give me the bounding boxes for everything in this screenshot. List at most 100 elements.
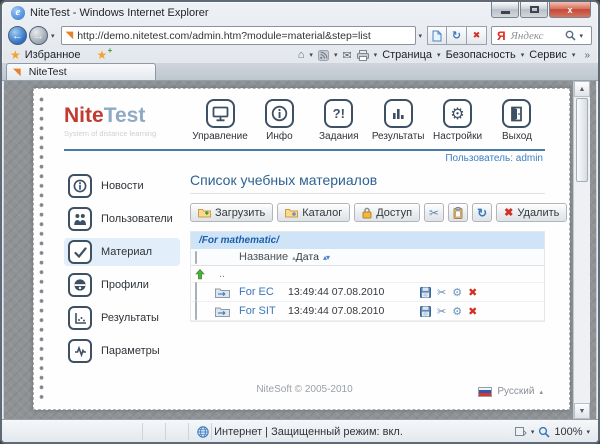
gear-icon: ⚙	[443, 99, 472, 128]
material-link[interactable]: For SIT	[239, 305, 276, 317]
search-icon[interactable]	[565, 30, 576, 41]
access-button[interactable]: Доступ	[354, 203, 420, 222]
logo-part2: Test	[104, 104, 146, 127]
select-all-checkbox[interactable]	[195, 251, 197, 264]
nav-logout[interactable]: Выход	[489, 99, 545, 142]
forward-button[interactable]: →	[29, 26, 48, 45]
print-dropdown-icon[interactable]: ▾	[374, 51, 378, 59]
nav-management[interactable]: Управление	[192, 99, 248, 142]
feeds-dropdown-icon[interactable]: ▾	[334, 51, 338, 59]
zoom-dropdown-icon[interactable]: ▾	[586, 428, 590, 436]
language-caret-icon: ▴	[539, 388, 543, 396]
toolbar: Загрузить Каталог Доступ ✂	[190, 203, 545, 222]
sidebar-item-users[interactable]: Пользователи	[64, 205, 180, 233]
material-date: 13:49:44 07.08.2010	[288, 286, 420, 298]
nav-settings[interactable]: ⚙ Настройки	[430, 99, 486, 142]
zoom-magnifier-icon[interactable]	[538, 426, 550, 438]
cut-row-icon[interactable]: ✂	[437, 286, 446, 299]
tab-label: NiteTest	[29, 66, 67, 78]
sidebar-item-material[interactable]: Материал	[64, 238, 180, 266]
zoom-level[interactable]: 100%	[554, 426, 582, 438]
url-field[interactable]: ◥ http://demo.nitetest.com/admin.htm?mod…	[61, 26, 416, 45]
menu-security[interactable]: Безопасность	[446, 49, 516, 61]
scroll-down-icon[interactable]: ▼	[574, 403, 590, 419]
nav-info[interactable]: Инфо	[251, 99, 307, 142]
change-view-icon[interactable]	[515, 426, 527, 437]
column-date[interactable]: Дата▴▾	[296, 251, 428, 263]
yandex-logo: Я	[497, 29, 506, 43]
delete-button[interactable]: ✖ Удалить	[496, 203, 567, 222]
language-selector[interactable]: Русский ▴	[478, 386, 543, 397]
nav-tasks[interactable]: ?! Задания	[311, 99, 367, 142]
settings-row-icon[interactable]: ⚙	[452, 286, 462, 299]
search-dropdown-icon[interactable]: ▾	[576, 32, 586, 40]
close-button[interactable]: x	[549, 2, 591, 18]
titlebar[interactable]: e NiteTest - Windows Internet Explorer x	[2, 2, 598, 24]
row-checkbox[interactable]	[195, 282, 197, 301]
app-logo: NiteTest System of distance learning	[64, 104, 182, 138]
scissors-icon: ✂	[429, 206, 439, 220]
upload-button[interactable]: Загрузить	[190, 203, 273, 222]
table-row: For SIT 13:49:44 07.08.2010 ✂ ⚙ ✖	[191, 302, 544, 321]
stop-button[interactable]: ✖	[467, 26, 487, 45]
folder-add-icon	[198, 207, 211, 218]
material-folder-icon	[215, 306, 230, 317]
scrollbar-thumb[interactable]	[576, 98, 588, 182]
delete-row-icon[interactable]: ✖	[468, 286, 477, 299]
cut-row-icon[interactable]: ✂	[437, 305, 446, 318]
folder-icon	[285, 207, 298, 218]
ie-icon: e	[11, 6, 25, 20]
up-arrow-icon[interactable]	[195, 269, 205, 280]
sort-both-icon[interactable]: ▴▾	[323, 253, 329, 262]
clipboard-icon	[453, 207, 463, 219]
main-panel: Список учебных материалов Загрузить Ката…	[190, 172, 545, 371]
home-dropdown-icon[interactable]: ▾	[309, 51, 313, 59]
save-icon[interactable]	[420, 287, 431, 298]
favorites-label[interactable]: Избранное	[25, 49, 81, 61]
refresh-list-button[interactable]: ↻	[472, 203, 492, 222]
url-dropdown-icon[interactable]: ▾	[416, 32, 426, 40]
back-button[interactable]: ←	[8, 26, 27, 45]
sidebar-item-news[interactable]: Новости	[64, 172, 180, 200]
table-header-row: Название▴ Дата▴▾	[191, 249, 544, 266]
menu-service[interactable]: Сервис	[529, 49, 567, 61]
sidebar-item-results[interactable]: Результаты	[64, 304, 180, 332]
scroll-up-icon[interactable]: ▲	[574, 81, 590, 97]
print-icon[interactable]	[357, 50, 369, 61]
material-date: 13:49:44 07.08.2010	[288, 305, 420, 317]
catalog-button[interactable]: Каталог	[277, 203, 350, 222]
minimize-button[interactable]	[491, 2, 519, 18]
search-input[interactable]: Яндекс	[511, 30, 566, 42]
search-box[interactable]: Я Яндекс ▾	[491, 26, 592, 45]
view-dropdown-icon[interactable]: ▾	[531, 428, 535, 436]
menu-page[interactable]: Страница	[382, 49, 432, 61]
sidebar-item-parameters[interactable]: Параметры	[64, 337, 180, 365]
column-name[interactable]: Название▴	[239, 251, 296, 263]
feeds-icon[interactable]	[318, 50, 329, 61]
paste-button[interactable]	[448, 203, 468, 222]
settings-row-icon[interactable]: ⚙	[452, 305, 462, 318]
window-title: NiteTest - Windows Internet Explorer	[30, 7, 209, 19]
history-dropdown-icon[interactable]: ▾	[48, 32, 58, 40]
parent-folder-row[interactable]: ..	[191, 266, 544, 283]
home-icon[interactable]: ⌂	[298, 49, 305, 61]
nav-results[interactable]: Результаты	[370, 99, 426, 142]
sidebar-item-profiles[interactable]: Профили	[64, 271, 180, 299]
favorites-star-icon[interactable]: ★	[10, 48, 21, 62]
material-link[interactable]: For EC	[239, 286, 274, 298]
delete-row-icon[interactable]: ✖	[468, 305, 477, 318]
waveform-icon	[68, 339, 92, 363]
parent-folder-link[interactable]: ..	[219, 268, 225, 280]
maximize-button[interactable]	[520, 2, 548, 18]
compatibility-view-button[interactable]	[427, 26, 447, 45]
save-icon[interactable]	[420, 306, 431, 317]
cut-button[interactable]: ✂	[424, 203, 444, 222]
mail-icon[interactable]: ✉	[342, 49, 351, 62]
add-favorite-icon[interactable]: ★	[97, 48, 108, 62]
tab-nitetest[interactable]: ◥ NiteTest	[6, 63, 156, 80]
browser-window: e NiteTest - Windows Internet Explorer x…	[0, 0, 600, 444]
overflow-chevron-icon[interactable]: »	[584, 50, 590, 61]
row-checkbox[interactable]	[195, 301, 197, 320]
refresh-button[interactable]: ↻	[447, 26, 467, 45]
vertical-scrollbar[interactable]: ▲ ▼	[573, 81, 590, 419]
